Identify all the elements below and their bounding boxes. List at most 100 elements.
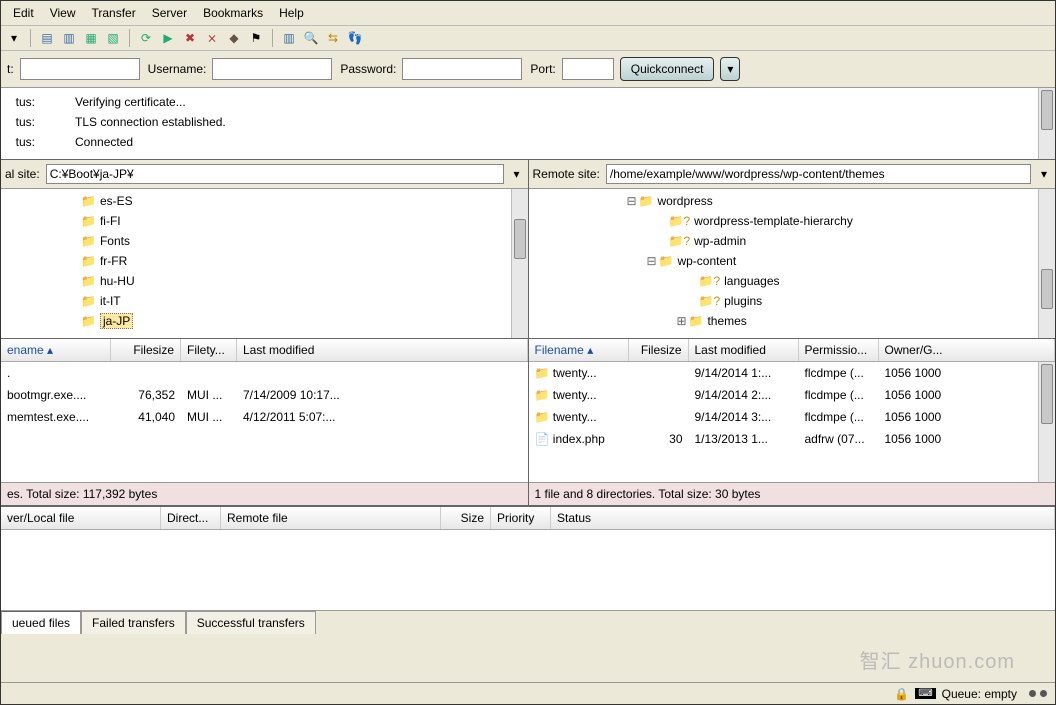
tree-item[interactable]: 📁it-IT — [1, 291, 528, 311]
unknown-folder-icon: 📁? — [699, 294, 721, 308]
reconnect-icon[interactable]: ◆ — [225, 29, 243, 47]
collapse-icon[interactable]: ⊟ — [627, 194, 639, 208]
toggle-tree-icon[interactable]: ▥ — [60, 29, 78, 47]
col-owner[interactable]: Owner/G... — [879, 339, 1056, 361]
remote-path-dropdown[interactable]: ▾ — [1037, 167, 1051, 181]
remote-list-scrollbar[interactable] — [1038, 362, 1055, 482]
queue-status: Queue: empty — [942, 687, 1017, 701]
remote-tree[interactable]: ⊟📁wordpress📁?wordpress-template-hierarch… — [529, 189, 1056, 339]
log-message: TLS connection established. — [75, 115, 226, 129]
collapse-icon[interactable]: ⊟ — [647, 254, 659, 268]
tree-item[interactable]: 📁ja-JP — [1, 311, 528, 331]
col-filename[interactable]: ename ▴ — [1, 339, 111, 361]
menu-bookmarks[interactable]: Bookmarks — [195, 4, 271, 22]
refresh-icon[interactable]: ⟳ — [137, 29, 155, 47]
username-input[interactable] — [212, 58, 332, 80]
col-filesize[interactable]: Filesize — [111, 339, 181, 361]
queue-header[interactable]: ver/Local file Direct... Remote file Siz… — [1, 507, 1055, 530]
sync-icon[interactable]: 👣 — [346, 29, 364, 47]
tree-item[interactable]: 📁hu-HU — [1, 271, 528, 291]
col-lastmod[interactable]: Last modified — [689, 339, 799, 361]
file-row[interactable]: memtest.exe....41,040MUI ...4/12/2011 5:… — [1, 406, 528, 428]
toolbar: ▾ ▤ ▥ ▦ ▧ ⟳ ▶ ✖ ⨯ ◆ ⚑ ▥ 🔍 ⇆ 👣 — [1, 26, 1055, 51]
cancel-icon[interactable]: ✖ — [181, 29, 199, 47]
dropdown-icon[interactable]: ▾ — [5, 29, 23, 47]
folder-icon: 📁 — [81, 274, 96, 288]
process-queue-icon[interactable]: ▶ — [159, 29, 177, 47]
remote-site-label: Remote site: — [533, 167, 600, 181]
file-row[interactable]: 📁 twenty...9/14/2014 1:...flcdmpe (...10… — [529, 362, 1056, 384]
remote-tree-scrollbar[interactable] — [1038, 189, 1055, 338]
local-pane: al site: ▾ 📁es-ES📁fi-FI📁Fonts📁fr-FR📁hu-H… — [1, 160, 529, 506]
col-size[interactable]: Size — [441, 507, 491, 529]
remote-file-header[interactable]: Filename ▴ Filesize Last modified Permis… — [529, 339, 1056, 362]
menu-help[interactable]: Help — [271, 4, 312, 22]
col-lastmod[interactable]: Last modified — [237, 339, 528, 361]
unknown-folder-icon: 📁? — [669, 234, 691, 248]
file-row[interactable]: 📄 index.php301/13/2013 1...adfrw (07...1… — [529, 428, 1056, 450]
flag-icon[interactable]: ⚑ — [247, 29, 265, 47]
col-server-local[interactable]: ver/Local file — [1, 507, 161, 529]
tree-item[interactable]: 📁Fonts — [1, 231, 528, 251]
expand-icon[interactable]: ⊞ — [677, 314, 689, 328]
tree-item[interactable]: ⊟📁wp-content — [529, 251, 1056, 271]
sitemanager-icon[interactable]: ▤ — [38, 29, 56, 47]
toggle-log-icon[interactable]: ▦ — [82, 29, 100, 47]
quickconnect-button[interactable]: Quickconnect — [620, 57, 715, 81]
file-row[interactable]: 📁 twenty...9/14/2014 2:...flcdmpe (...10… — [529, 384, 1056, 406]
col-filetype[interactable]: Filety... — [181, 339, 237, 361]
menu-server[interactable]: Server — [144, 4, 195, 22]
disconnect-icon[interactable]: ⨯ — [203, 29, 221, 47]
file-row[interactable]: bootmgr.exe....76,352MUI ...7/14/2009 10… — [1, 384, 528, 406]
file-row[interactable]: . — [1, 362, 528, 384]
tree-item[interactable]: 📁es-ES — [1, 191, 528, 211]
tree-item[interactable]: ⊟📁wordpress — [529, 191, 1056, 211]
log-label: tus: — [5, 135, 35, 149]
local-file-header[interactable]: ename ▴ Filesize Filety... Last modified — [1, 339, 528, 362]
quickconnect-history-button[interactable]: ▾ — [720, 57, 740, 81]
local-site-label: al site: — [5, 167, 40, 181]
filter-icon[interactable]: ▥ — [280, 29, 298, 47]
tree-item[interactable]: 📁fi-FI — [1, 211, 528, 231]
col-filesize[interactable]: Filesize — [629, 339, 689, 361]
search-icon[interactable]: 🔍 — [302, 29, 320, 47]
col-direction[interactable]: Direct... — [161, 507, 221, 529]
remote-path-input[interactable] — [606, 164, 1031, 184]
local-tree[interactable]: 📁es-ES📁fi-FI📁Fonts📁fr-FR📁hu-HU📁it-IT📁ja-… — [1, 189, 528, 339]
local-tree-scrollbar[interactable] — [511, 189, 528, 338]
tab-successful-transfers[interactable]: Successful transfers — [186, 611, 316, 634]
local-file-list[interactable]: .bootmgr.exe....76,352MUI ...7/14/2009 1… — [1, 362, 528, 482]
local-path-dropdown[interactable]: ▾ — [510, 167, 524, 181]
tree-item[interactable]: 📁?languages — [529, 271, 1056, 291]
menu-edit[interactable]: Edit — [5, 4, 42, 22]
log-scrollbar[interactable] — [1038, 88, 1055, 159]
host-label: t: — [7, 62, 14, 76]
host-input[interactable] — [20, 58, 140, 80]
toggle-queue-icon[interactable]: ▧ — [104, 29, 122, 47]
password-input[interactable] — [402, 58, 522, 80]
tree-item[interactable]: 📁?plugins — [529, 291, 1056, 311]
menu-view[interactable]: View — [42, 4, 84, 22]
col-priority[interactable]: Priority — [491, 507, 551, 529]
folder-icon: 📁 — [81, 234, 96, 248]
compare-icon[interactable]: ⇆ — [324, 29, 342, 47]
tree-item[interactable]: 📁?wp-admin — [529, 231, 1056, 251]
remote-file-list[interactable]: 📁 twenty...9/14/2014 1:...flcdmpe (...10… — [529, 362, 1056, 482]
col-remote-file[interactable]: Remote file — [221, 507, 441, 529]
menu-transfer[interactable]: Transfer — [83, 4, 143, 22]
col-permissions[interactable]: Permissio... — [799, 339, 879, 361]
tree-item[interactable]: ⊞📁themes — [529, 311, 1056, 331]
tab-queued-files[interactable]: ueued files — [1, 611, 81, 634]
col-filename[interactable]: Filename ▴ — [529, 339, 629, 361]
tree-item[interactable]: 📁?wordpress-template-hierarchy — [529, 211, 1056, 231]
activity-indicator — [1029, 690, 1047, 697]
local-path-input[interactable] — [46, 164, 504, 184]
tab-failed-transfers[interactable]: Failed transfers — [81, 611, 186, 634]
tree-item[interactable]: 📁fr-FR — [1, 251, 528, 271]
file-row[interactable]: 📁 twenty...9/14/2014 3:...flcdmpe (...10… — [529, 406, 1056, 428]
folder-icon: 📁 — [535, 366, 550, 380]
queue-list[interactable] — [1, 530, 1055, 610]
col-status[interactable]: Status — [551, 507, 1055, 529]
port-input[interactable] — [562, 58, 614, 80]
log-label: tus: — [5, 115, 35, 129]
